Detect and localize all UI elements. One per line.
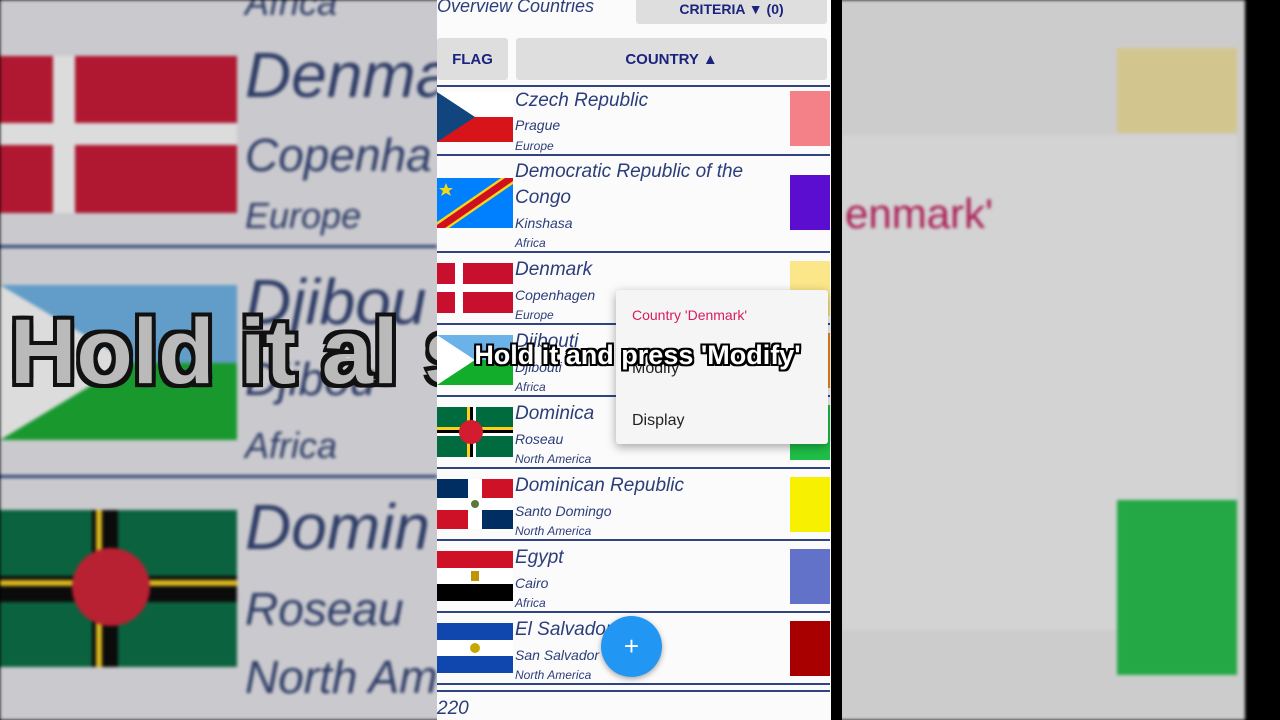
- flag-el-salvador: [437, 623, 513, 673]
- country-color-swatch: [790, 175, 830, 230]
- country-continent: Africa: [515, 236, 546, 250]
- country-color-swatch: [790, 91, 830, 146]
- top-bar: Overview Countries CRITERIA ▼ (0): [437, 0, 842, 28]
- add-country-button[interactable]: +: [601, 616, 662, 677]
- context-menu-title: Country 'Denmark': [632, 307, 748, 323]
- background-edge: [1245, 0, 1280, 720]
- list-item-czech-republic[interactable]: Czech Republic Prague Europe: [437, 87, 830, 156]
- country-continent: Africa: [515, 380, 546, 394]
- country-name: Democratic Republic of the Congo: [515, 161, 744, 208]
- flag-dominica: [437, 407, 513, 457]
- list-item-dominican-republic[interactable]: Dominican Republic Santo Domingo North A…: [437, 469, 830, 541]
- country-continent: Europe: [515, 308, 554, 322]
- country-count: 220: [437, 698, 469, 719]
- country-continent: Europe: [515, 139, 554, 153]
- list-item-egypt[interactable]: Egypt Cairo Africa: [437, 541, 830, 613]
- flag-czech-republic: [437, 92, 513, 142]
- flag-drc: [437, 178, 513, 228]
- video-caption: Hold it and press 'Modify': [474, 340, 801, 370]
- country-capital: Santo Domingo: [515, 503, 612, 519]
- country-continent: North America: [515, 668, 592, 682]
- country-continent: North America: [515, 524, 592, 538]
- country-name: Dominican Republic: [515, 475, 684, 496]
- country-continent: Africa: [515, 596, 546, 610]
- flag-egypt: [437, 551, 513, 601]
- country-capital: Roseau: [515, 431, 564, 447]
- flag-denmark: [437, 263, 513, 313]
- country-name: Czech Republic: [515, 90, 649, 111]
- list-bottom-divider: [437, 690, 830, 692]
- screen: enmark' Denma Copenha Europe Africa Djib…: [0, 0, 1280, 720]
- country-name: Egypt: [515, 547, 564, 568]
- flag-dominican-republic: [437, 479, 513, 529]
- sort-flag-button[interactable]: FLAG: [437, 38, 508, 80]
- country-capital: Cairo: [515, 575, 549, 591]
- menu-item-display[interactable]: Display: [632, 412, 684, 430]
- list-item-drc[interactable]: Democratic Republic of the Congo Kinshas…: [437, 156, 830, 253]
- country-capital: San Salvador: [515, 647, 600, 663]
- country-color-swatch: [790, 477, 830, 532]
- country-capital: Copenhagen: [515, 287, 596, 303]
- country-color-swatch: [790, 549, 830, 604]
- country-capital: Kinshasa: [515, 215, 573, 231]
- plus-icon: +: [623, 631, 640, 661]
- country-name: Denmark: [515, 259, 593, 280]
- country-color-swatch: [790, 621, 830, 676]
- page-title: Overview Countries: [437, 0, 595, 16]
- sort-country-button[interactable]: COUNTRY ▲: [516, 38, 827, 80]
- country-continent: North America: [515, 452, 592, 466]
- criteria-button[interactable]: CRITERIA ▼ (0): [636, 0, 827, 24]
- country-capital: Prague: [515, 117, 561, 133]
